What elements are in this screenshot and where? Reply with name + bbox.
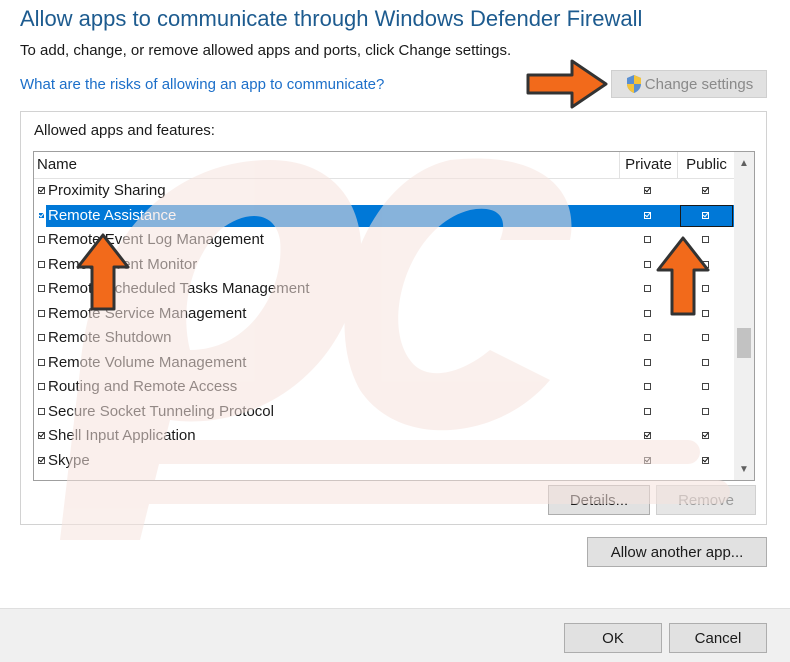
column-header-private[interactable]: Private: [619, 152, 677, 178]
public-checkbox[interactable]: [702, 187, 709, 194]
public-checkbox[interactable]: [702, 456, 709, 464]
list-item[interactable]: Routing and Remote Access: [34, 375, 734, 400]
allowed-apps-label: Allowed apps and features:: [34, 122, 215, 139]
change-settings-button[interactable]: Change settings: [611, 70, 767, 98]
app-name: Routing and Remote Access: [48, 378, 238, 395]
app-name: Remote Shutdown: [48, 329, 172, 346]
page-title: Allow apps to communicate through Window…: [20, 6, 643, 31]
list-item[interactable]: Remote Service Management: [34, 302, 734, 327]
app-name: Remote Event Log Management: [48, 231, 264, 248]
uac-shield-icon: [626, 75, 641, 93]
vertical-scrollbar[interactable]: ▲ ▼: [734, 152, 754, 480]
private-checkbox[interactable]: [644, 407, 651, 415]
private-checkbox[interactable]: [644, 383, 651, 390]
list-item[interactable]: Remote Event Monitor: [34, 253, 734, 278]
details-button[interactable]: Details...: [548, 485, 650, 515]
allowed-apps-list[interactable]: Name Private Public Proximity Sharing Rem…: [33, 151, 755, 481]
app-name: Skype: [48, 451, 90, 469]
app-enabled-checkbox[interactable]: [38, 285, 45, 292]
app-enabled-checkbox[interactable]: [38, 187, 45, 194]
list-item[interactable]: Remote Assistance: [34, 204, 734, 229]
private-checkbox[interactable]: [644, 456, 651, 464]
private-checkbox[interactable]: [644, 211, 651, 219]
cancel-button[interactable]: Cancel: [669, 623, 767, 653]
app-name: Remote Scheduled Tasks Management: [48, 280, 310, 297]
public-checkbox[interactable]: [702, 407, 709, 415]
arrow-right-icon: [526, 59, 608, 109]
list-item[interactable]: Remote Volume Management: [34, 351, 734, 376]
app-enabled-checkbox[interactable]: [38, 309, 45, 317]
list-item[interactable]: Remote Event Log Management: [34, 228, 734, 253]
app-name: Remote Event Monitor: [48, 255, 198, 273]
allow-another-app-button[interactable]: Allow another app...: [587, 537, 767, 567]
column-header-name[interactable]: Name: [37, 152, 77, 178]
private-checkbox[interactable]: [644, 432, 651, 439]
remove-button[interactable]: Remove: [656, 485, 756, 515]
private-checkbox[interactable]: [644, 187, 651, 194]
app-enabled-checkbox[interactable]: [38, 334, 45, 341]
scroll-down-arrow-icon[interactable]: ▼: [734, 460, 754, 480]
public-checkbox[interactable]: [702, 260, 709, 268]
list-rows: Proximity Sharing Remote Assistance Remote…: [34, 179, 734, 473]
public-checkbox[interactable]: [702, 236, 709, 243]
app-enabled-checkbox[interactable]: [38, 211, 45, 219]
app-name: Remote Service Management: [48, 304, 247, 322]
public-checkbox[interactable]: [702, 309, 709, 317]
scroll-up-arrow-icon[interactable]: ▲: [734, 154, 754, 174]
public-checkbox[interactable]: [702, 211, 709, 219]
list-item[interactable]: Proximity Sharing: [34, 179, 734, 204]
private-checkbox[interactable]: [644, 236, 651, 243]
app-name: Remote Assistance: [48, 206, 177, 224]
list-item[interactable]: Skype: [34, 449, 734, 474]
risks-link[interactable]: What are the risks of allowing an app to…: [20, 76, 384, 93]
public-checkbox[interactable]: [702, 358, 709, 366]
private-checkbox[interactable]: [644, 285, 651, 292]
list-item[interactable]: Remote Scheduled Tasks Management: [34, 277, 734, 302]
page-subtitle: To add, change, or remove allowed apps a…: [20, 42, 512, 59]
app-enabled-checkbox[interactable]: [38, 432, 45, 439]
private-checkbox[interactable]: [644, 260, 651, 268]
app-name: Shell Input Application: [48, 427, 196, 444]
public-checkbox[interactable]: [702, 334, 709, 341]
app-enabled-checkbox[interactable]: [38, 236, 45, 243]
list-item[interactable]: Shell Input Application: [34, 424, 734, 449]
list-item[interactable]: Secure Socket Tunneling Protocol: [34, 400, 734, 425]
public-checkbox[interactable]: [702, 432, 709, 439]
allowed-apps-group: Allowed apps and features: Name Private …: [20, 111, 767, 525]
app-name: Proximity Sharing: [48, 182, 166, 199]
ok-button[interactable]: OK: [564, 623, 662, 653]
scroll-thumb[interactable]: [737, 328, 751, 358]
private-checkbox[interactable]: [644, 334, 651, 341]
public-checkbox[interactable]: [702, 383, 709, 390]
private-checkbox[interactable]: [644, 309, 651, 317]
app-name: Secure Socket Tunneling Protocol: [48, 402, 274, 420]
app-enabled-checkbox[interactable]: [38, 358, 45, 366]
list-header: Name Private Public: [34, 152, 734, 179]
column-header-public[interactable]: Public: [677, 152, 735, 178]
app-enabled-checkbox[interactable]: [38, 260, 45, 268]
public-checkbox[interactable]: [702, 285, 709, 292]
app-enabled-checkbox[interactable]: [38, 383, 45, 390]
change-settings-label: Change settings: [644, 75, 754, 93]
app-enabled-checkbox[interactable]: [38, 456, 45, 464]
list-item[interactable]: Remote Shutdown: [34, 326, 734, 351]
app-name: Remote Volume Management: [48, 353, 247, 371]
private-checkbox[interactable]: [644, 358, 651, 366]
app-enabled-checkbox[interactable]: [38, 407, 45, 415]
